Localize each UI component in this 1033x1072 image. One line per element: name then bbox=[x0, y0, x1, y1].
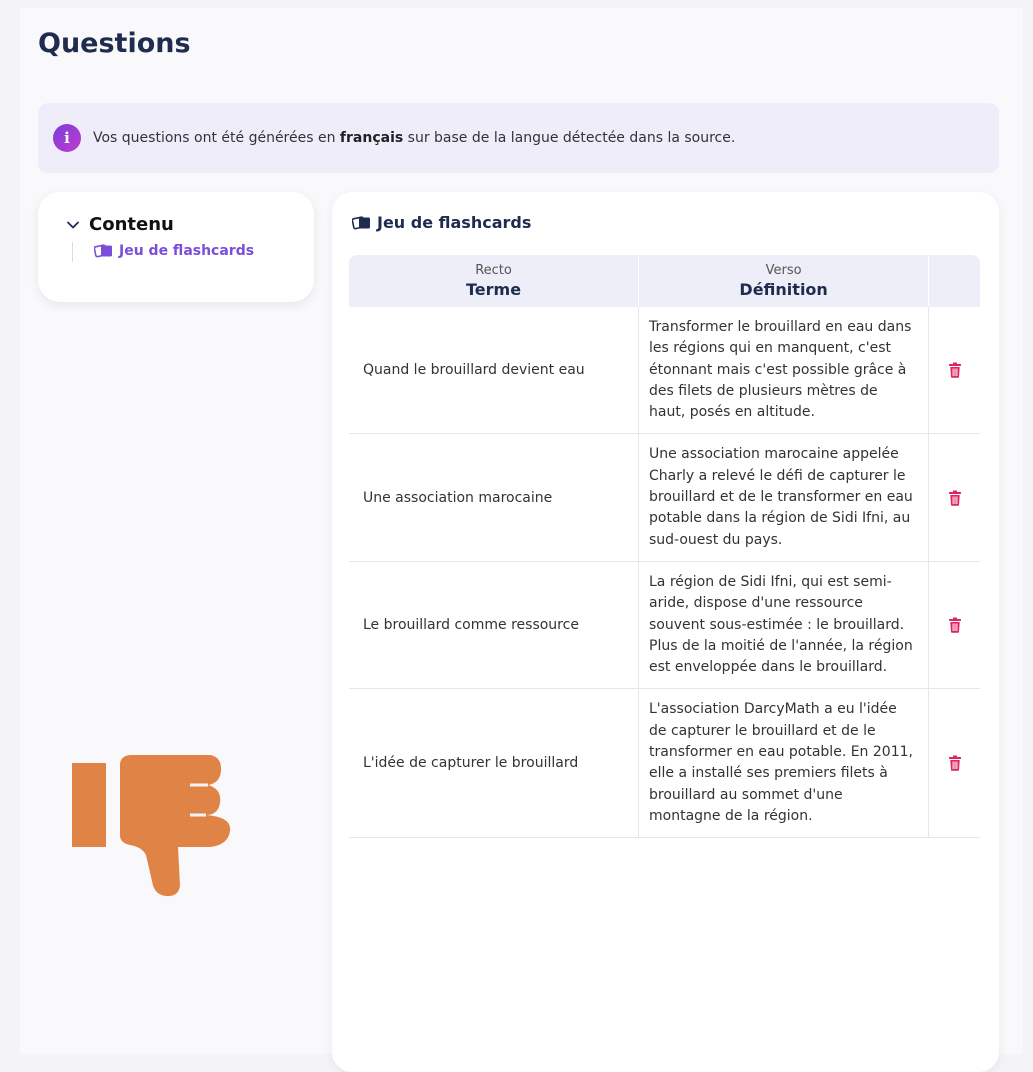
term-cell[interactable]: L'idée de capturer le brouillard bbox=[349, 689, 639, 838]
info-icon: i bbox=[53, 124, 81, 152]
toc-header[interactable]: Contenu bbox=[66, 214, 174, 235]
info-text-before: Vos questions ont été générées en bbox=[93, 130, 340, 146]
toc-title: Contenu bbox=[89, 214, 174, 235]
toc-card: Contenu Jeu de flashcards bbox=[38, 192, 314, 302]
table-row: Le brouillard comme ressource La région … bbox=[349, 561, 980, 690]
term-cell[interactable]: Quand le brouillard devient eau bbox=[349, 307, 639, 434]
term-cell[interactable]: Une association marocaine bbox=[349, 434, 639, 561]
info-text-language: français bbox=[339, 130, 404, 146]
column-sub-verso: Verso bbox=[765, 263, 802, 278]
cards-icon bbox=[352, 215, 370, 229]
trash-icon[interactable] bbox=[948, 362, 962, 379]
flashcards-panel: Jeu de flashcards Recto Terme Verso Défi… bbox=[332, 192, 999, 1072]
column-main-terme: Terme bbox=[466, 280, 522, 299]
column-header-actions bbox=[929, 255, 980, 307]
actions-cell bbox=[929, 689, 980, 837]
actions-cell bbox=[929, 307, 980, 433]
column-header-term: Recto Terme bbox=[349, 255, 640, 307]
info-text-after: sur base de la langue détectée dans la s… bbox=[403, 130, 736, 146]
info-banner: i Vos questions ont été générées en fran… bbox=[38, 103, 999, 173]
toc-item-label[interactable]: Jeu de flashcards bbox=[119, 243, 254, 259]
chevron-down-icon[interactable] bbox=[66, 218, 80, 232]
cards-icon bbox=[94, 244, 112, 258]
actions-cell bbox=[929, 562, 980, 688]
info-text: Vos questions ont été générées en frança… bbox=[93, 130, 735, 146]
term-cell[interactable]: Le brouillard comme ressource bbox=[349, 561, 639, 689]
toc-item-flashcards[interactable]: Jeu de flashcards bbox=[94, 243, 254, 259]
column-header-definition: Verso Définition bbox=[639, 255, 930, 307]
column-main-definition: Définition bbox=[739, 280, 828, 299]
trash-icon[interactable] bbox=[948, 617, 962, 634]
definition-cell[interactable]: La région de Sidi Ifni, qui est semi-ari… bbox=[639, 561, 929, 689]
toc-divider bbox=[72, 242, 73, 262]
flashcards-table-body: Quand le brouillard devient eau Transfor… bbox=[349, 307, 980, 839]
thumbs-down-icon bbox=[72, 755, 231, 897]
table-row: Quand le brouillard devient eau Transfor… bbox=[349, 307, 980, 435]
definition-cell[interactable]: Transformer le brouillard en eau dans le… bbox=[639, 307, 929, 434]
page: Questions i Vos questions ont été généré… bbox=[20, 8, 1023, 1072]
section-title: Jeu de flashcards bbox=[352, 213, 531, 232]
trash-icon[interactable] bbox=[948, 755, 962, 772]
trash-icon[interactable] bbox=[948, 490, 962, 506]
column-sub-recto: Recto bbox=[475, 263, 512, 278]
section-title-label: Jeu de flashcards bbox=[377, 213, 532, 232]
definition-cell[interactable]: L'association DarcyMath a eu l'idée de c… bbox=[639, 689, 929, 838]
actions-cell bbox=[929, 434, 980, 560]
table-header: Recto Terme Verso Définition bbox=[349, 255, 980, 307]
table-row: L'idée de capturer le brouillard L'assoc… bbox=[349, 689, 980, 839]
definition-cell[interactable]: Une association marocaine appelée Charly… bbox=[639, 434, 929, 561]
table-row: Une association marocaine Une associatio… bbox=[349, 434, 980, 562]
page-title: Questions bbox=[38, 28, 191, 59]
